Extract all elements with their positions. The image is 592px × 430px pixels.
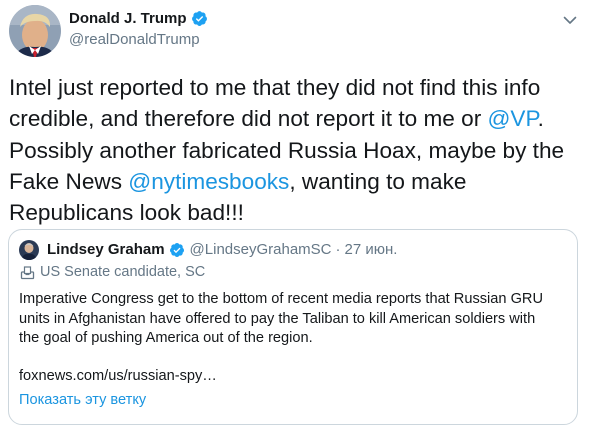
ballot-box-icon	[20, 265, 35, 280]
header-separator: ·	[335, 241, 341, 258]
quoted-author-avatar[interactable]	[19, 240, 39, 260]
quoted-tweet-header: Lindsey Graham @LindseyGrahamSC · 27 июн…	[47, 241, 397, 258]
mention-vp-link[interactable]: @VP	[488, 106, 538, 131]
quoted-author-handle[interactable]: @LindseyGrahamSC	[190, 241, 332, 258]
author-handle[interactable]: @realDonaldTrump	[69, 31, 200, 48]
quoted-tweet-date[interactable]: 27 июн.	[345, 241, 398, 258]
tweet-text: Intel just reported to me that they did …	[9, 72, 589, 228]
quoted-tweet-body: Imperative Congress get to the bottom of…	[19, 291, 543, 346]
show-thread-link[interactable]: Показать эту ветку	[19, 392, 146, 408]
tweet-text-part: Intel just reported to me that they did …	[9, 75, 541, 132]
quoted-tweet-card[interactable]: Lindsey Graham @LindseyGrahamSC · 27 июн…	[8, 229, 578, 425]
mention-nytimesbooks-link[interactable]: @nytimesbooks	[128, 169, 289, 194]
verified-badge-icon	[191, 10, 208, 27]
chevron-down-icon[interactable]	[561, 11, 579, 29]
quoted-author-name[interactable]: Lindsey Graham	[47, 241, 165, 258]
election-label: US Senate candidate, SC	[20, 264, 205, 280]
verified-badge-icon	[169, 242, 185, 258]
author-name-row: Donald J. Trump	[69, 10, 208, 27]
quoted-tweet-link[interactable]: foxnews.com/us/russian-spy…	[19, 368, 217, 384]
author-avatar[interactable]	[9, 5, 61, 57]
election-label-text: US Senate candidate, SC	[40, 264, 206, 280]
author-name[interactable]: Donald J. Trump	[69, 10, 187, 27]
